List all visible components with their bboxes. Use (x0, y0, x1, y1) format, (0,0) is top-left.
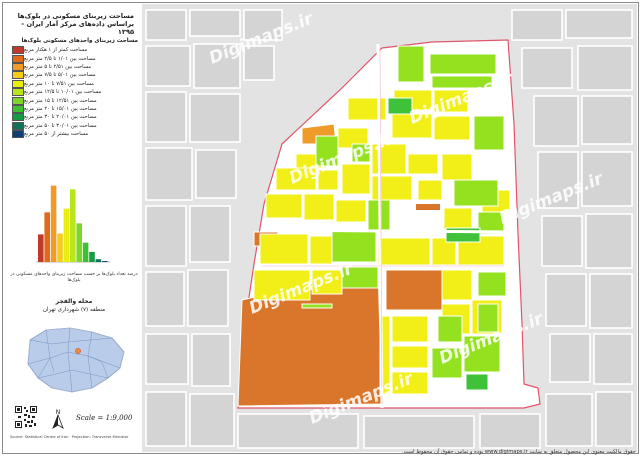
legend-label: مساحت بین ۱۲/۵۱ تا ۱۵ متر مربع (24, 97, 97, 104)
bar-11 (102, 261, 108, 262)
legend-label: مساحت بین ۱۰/۰۱ تا ۱۲/۵ متر مربع (24, 89, 102, 96)
map-canvas[interactable]: Digimaps.ir Digimaps.ir Digimaps.ir Digi… (142, 4, 637, 452)
legend-swatch (12, 46, 24, 55)
legend-swatch (12, 54, 24, 63)
legend-label: مساحت بیشتر از ۵۰ متر مربع (24, 131, 89, 138)
bar-7 (76, 223, 82, 262)
bar-2 (44, 212, 50, 262)
legend-item: مساحت بین ۱/۰۱ تا ۲/۵ متر مربع (10, 54, 138, 63)
bar-8 (82, 242, 89, 262)
legend-item: مساحت بین ۲/۵۱ تا ۵ متر مربع (10, 62, 138, 71)
credits-text: Source: Statistical Centre of Iran · Pro… (10, 435, 129, 439)
legend-item: مساحت بین ۱۲/۵۱ تا ۱۵ متر مربع (10, 96, 138, 105)
legend-swatch (12, 121, 24, 130)
legend-label: مساحت بین ۳۰/۰۱ تا ۵۰ متر مربع (24, 122, 97, 129)
legend-swatch (12, 71, 24, 80)
legend-item: مساحت کمتر از ۱ هکتار مربع (10, 46, 138, 55)
bar-1 (38, 234, 44, 262)
legend-heading: مساحت زیربنای واحدهای مسکونی بلوک‌ها (21, 38, 138, 44)
qr-code (14, 405, 38, 429)
legend-swatch (12, 130, 24, 139)
legend-label: مساحت بین ۱۵/۰۱ تا ۲۰ متر مربع (24, 105, 97, 112)
map-title: مساحت زیربنای مسکونی در بلوک‌ها براساس د… (17, 12, 134, 36)
legend-label: مساحت بین ۲۰/۰۱ تا ۳۰ متر مربع (24, 114, 97, 121)
locator-map (12, 318, 136, 400)
locator-title: محله والفجر (55, 298, 93, 305)
bar-10 (95, 259, 102, 262)
legend-swatch (12, 96, 24, 105)
north-arrow-icon: N (50, 408, 66, 430)
legend-item: مساحت بین ۱۵/۰۱ تا ۲۰ متر مربع (10, 104, 138, 113)
legend-item: مساحت بین ۱۰/۰۱ تا ۱۲/۵ متر مربع (10, 88, 138, 97)
legend-item: مساحت بین ۷/۵۱ تا ۱۰ متر مربع (10, 79, 138, 88)
copyright-footer: حقوق مالکیت معنوی این محصول متعلق به سای… (402, 449, 636, 455)
legend-swatch (12, 104, 24, 113)
bar-chart-svg (36, 185, 111, 263)
legend-label: مساحت بین ۷/۵۱ تا ۱۰ متر مربع (24, 80, 94, 87)
legend: مساحت زیربنای واحدهای مسکونی بلوک‌ها مسا… (10, 38, 138, 139)
legend-item: مساحت بین ۳۰/۰۱ تا ۵۰ متر مربع (10, 121, 138, 130)
legend-label: مساحت بین ۵/۰۱ تا ۷/۵ متر مربع (24, 72, 96, 79)
map-svg: Digimaps.ir Digimaps.ir Digimaps.ir Digi… (142, 4, 637, 452)
legend-item: مساحت بین ۵/۰۱ تا ۷/۵ متر مربع (10, 71, 138, 80)
locator-subtitle: منطقه (۷) شهرداری تهران (42, 307, 106, 313)
legend-item: مساحت بیشتر از ۵۰ متر مربع (10, 130, 138, 139)
chart-caption: درصد تعداد بلوک‌ها بر حسب مساحت زیربنای … (10, 272, 138, 283)
map-sidebar: مساحت زیربنای مسکونی در بلوک‌ها براساس د… (4, 4, 139, 452)
bar-9 (89, 251, 95, 262)
scale-text: Scale = 1:9,000 (76, 414, 133, 422)
legend-label: مساحت بین ۲/۵۱ تا ۵ متر مربع (24, 63, 92, 70)
legend-swatch (12, 88, 24, 97)
bar-chart: درصد تعداد بلوک‌ها بر حسب مساحت زیربنای … (10, 162, 138, 283)
legend-item: مساحت بین ۲۰/۰۱ تا ۳۰ متر مربع (10, 113, 138, 122)
legend-label: مساحت کمتر از ۱ هکتار مربع (24, 47, 88, 54)
legend-swatch (12, 113, 24, 122)
legend-swatch (12, 79, 24, 88)
legend-swatch (12, 62, 24, 71)
legend-label: مساحت بین ۱/۰۱ تا ۲/۵ متر مربع (24, 55, 96, 62)
bar-5 (63, 208, 70, 262)
bar-3 (50, 185, 57, 262)
bar-6 (70, 189, 76, 262)
bar-4 (57, 233, 63, 262)
